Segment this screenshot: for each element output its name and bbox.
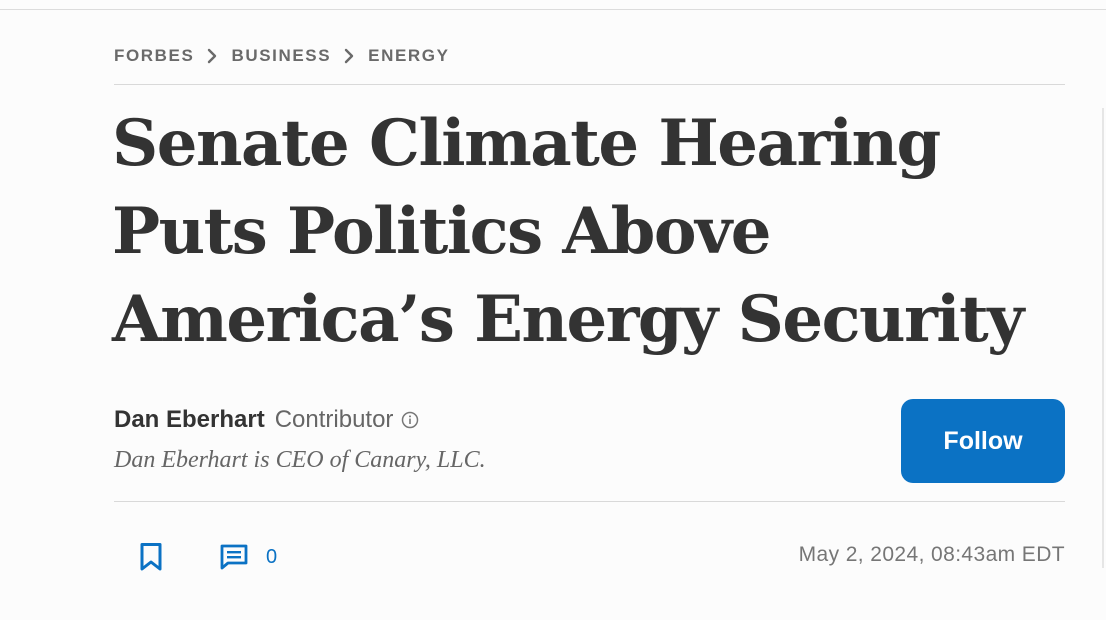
breadcrumb-item-forbes[interactable]: FORBES — [114, 46, 194, 66]
bookmark-icon[interactable] — [136, 540, 166, 574]
breadcrumb-item-business[interactable]: BUSINESS — [231, 46, 331, 66]
headline-line-2: Puts Politics Above — [112, 194, 771, 269]
publish-timestamp: May 2, 2024, 08:43am EDT — [798, 543, 1065, 566]
breadcrumb: FORBES BUSINESS ENERGY — [114, 44, 450, 68]
follow-button[interactable]: Follow — [901, 399, 1065, 483]
chevron-right-icon — [206, 48, 218, 64]
article-actions: 0 — [136, 540, 277, 574]
author-byline: Dan Eberhart Contributor — [114, 404, 421, 436]
author-role: Contributor — [274, 406, 394, 433]
author-name-link[interactable]: Dan Eberhart — [114, 406, 265, 434]
scroll-edge — [1102, 108, 1104, 568]
breadcrumb-item-energy[interactable]: ENERGY — [368, 46, 449, 66]
chevron-right-icon — [343, 48, 355, 64]
article-headline: Senate Climate Hearing Puts Politics Abov… — [112, 100, 1072, 364]
header-divider — [114, 84, 1065, 85]
author-bio: Dan Eberhart is CEO of Canary, LLC. — [114, 447, 486, 473]
headline-line-1: Senate Climate Hearing — [112, 106, 941, 181]
top-divider — [0, 9, 1106, 10]
comment-count[interactable]: 0 — [266, 546, 277, 569]
byline-divider — [114, 501, 1065, 502]
headline-line-3: America’s Energy Security — [112, 282, 1024, 357]
info-icon[interactable] — [401, 410, 421, 430]
comment-icon[interactable] — [218, 540, 250, 574]
